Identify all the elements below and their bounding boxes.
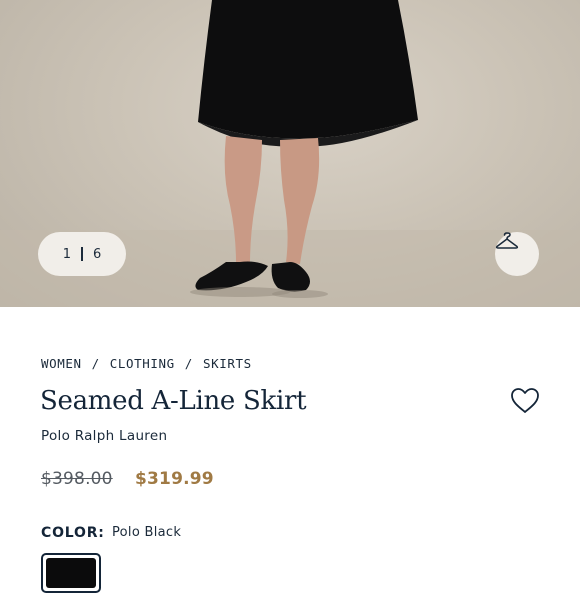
color-swatch-polo-black[interactable] (41, 553, 101, 593)
hanger-button[interactable] (495, 232, 539, 276)
breadcrumb-clothing[interactable]: CLOTHING (110, 356, 175, 371)
counter-total: 6 (93, 246, 102, 262)
breadcrumb-separator: / (184, 356, 193, 371)
product-image[interactable]: 1 6 (0, 0, 580, 307)
breadcrumb-skirts[interactable]: SKIRTS (203, 356, 252, 371)
breadcrumb-separator: / (91, 356, 100, 371)
selected-color-name: Polo Black (112, 525, 182, 540)
product-title: Seamed A-Line Skirt (40, 386, 307, 416)
counter-divider (81, 247, 83, 261)
sale-price: $319.99 (135, 469, 214, 489)
color-label: COLOR: (41, 525, 105, 541)
breadcrumb: WOMEN / CLOTHING / SKIRTS (41, 356, 252, 371)
swatch-fill (46, 558, 96, 588)
brand-name[interactable]: Polo Ralph Lauren (41, 428, 167, 444)
breadcrumb-women[interactable]: WOMEN (41, 356, 82, 371)
image-counter[interactable]: 1 6 (38, 232, 126, 276)
wishlist-button[interactable] (510, 387, 540, 415)
original-price: $398.00 (41, 469, 113, 489)
hanger-icon (495, 232, 519, 249)
heart-icon (511, 388, 539, 413)
counter-current: 1 (62, 246, 71, 262)
